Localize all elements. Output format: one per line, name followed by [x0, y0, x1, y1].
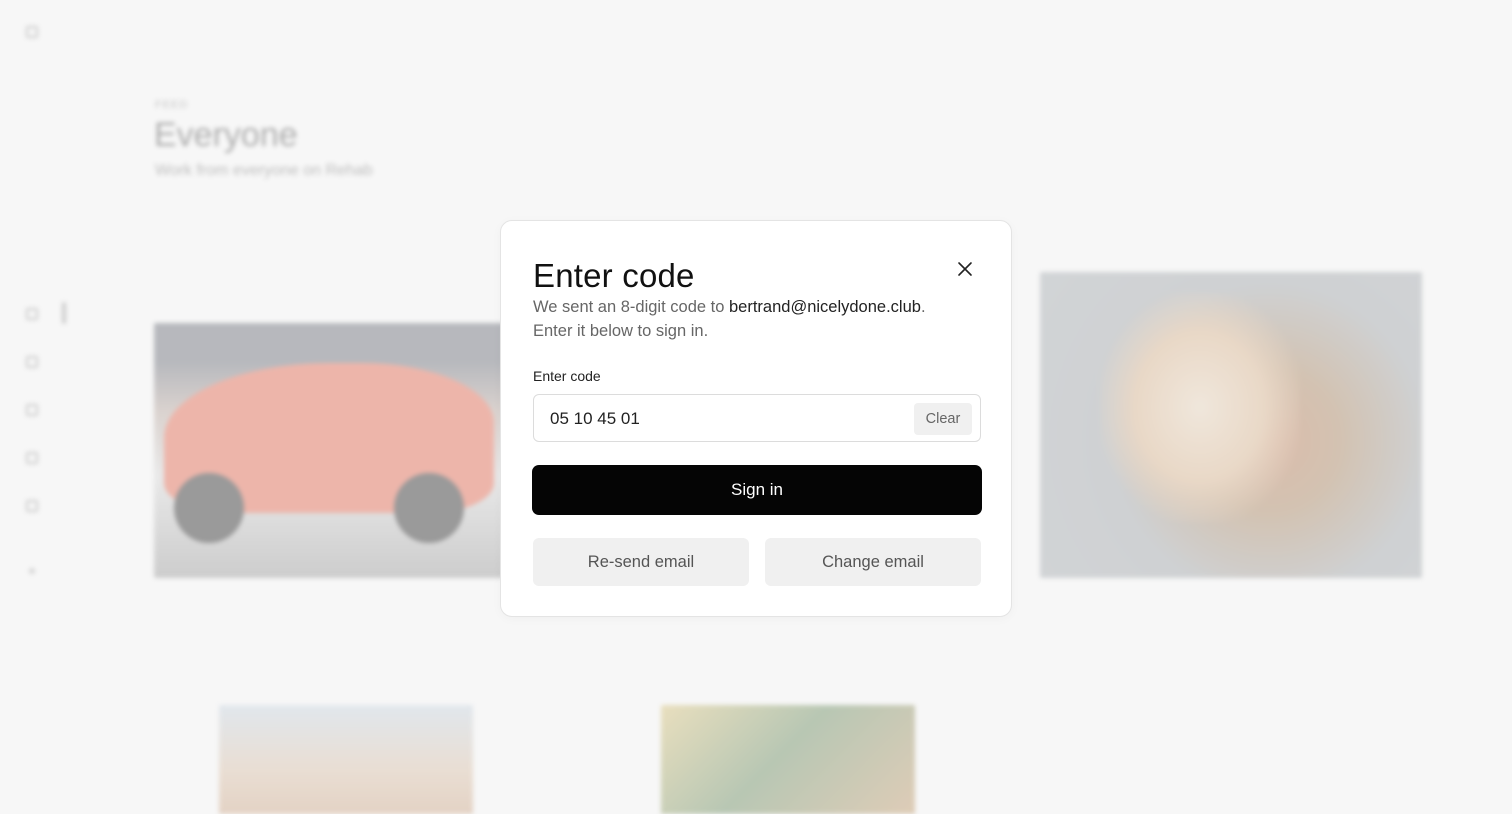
dialog-title: Enter code	[533, 257, 695, 294]
feed-card-car	[154, 323, 504, 578]
dialog-description: We sent an 8-digit code to bertrand@nice…	[533, 295, 983, 343]
home-icon	[26, 308, 38, 320]
feed-title: Everyone	[154, 116, 298, 154]
close-icon	[958, 262, 972, 276]
description-prefix: We sent an 8-digit code to	[533, 298, 729, 316]
folder-icon	[26, 452, 38, 464]
feed-card-bottom-middle	[661, 705, 915, 814]
profile-icon	[29, 568, 35, 574]
email-address: bertrand@nicelydone.club	[728, 298, 921, 316]
feed-card-bottom-left	[219, 705, 473, 814]
logo-icon	[26, 26, 38, 38]
clear-button[interactable]: Clear	[914, 403, 972, 435]
code-field-label: Enter code	[533, 368, 601, 384]
feed-eyebrow: FEED	[155, 99, 189, 111]
resend-email-button[interactable]: Re-send email	[533, 538, 749, 586]
sign-in-button[interactable]: Sign in	[532, 465, 982, 515]
change-email-button[interactable]: Change email	[765, 538, 981, 586]
grid-icon	[26, 356, 38, 368]
settings-icon	[26, 500, 38, 512]
active-indicator	[62, 302, 66, 324]
code-field: Clear	[533, 394, 981, 442]
feed-subtitle: Work from everyone on Rehab	[155, 162, 373, 179]
description-suffix: .	[920, 298, 926, 316]
enter-code-dialog: Enter code We sent an 8-digit code to be…	[500, 220, 1012, 617]
close-button[interactable]	[953, 257, 977, 281]
feed-card-dog	[1040, 272, 1422, 578]
description-line2: Enter it below to sign in.	[533, 322, 709, 340]
bookmark-icon	[26, 404, 38, 416]
code-input[interactable]	[550, 407, 890, 431]
